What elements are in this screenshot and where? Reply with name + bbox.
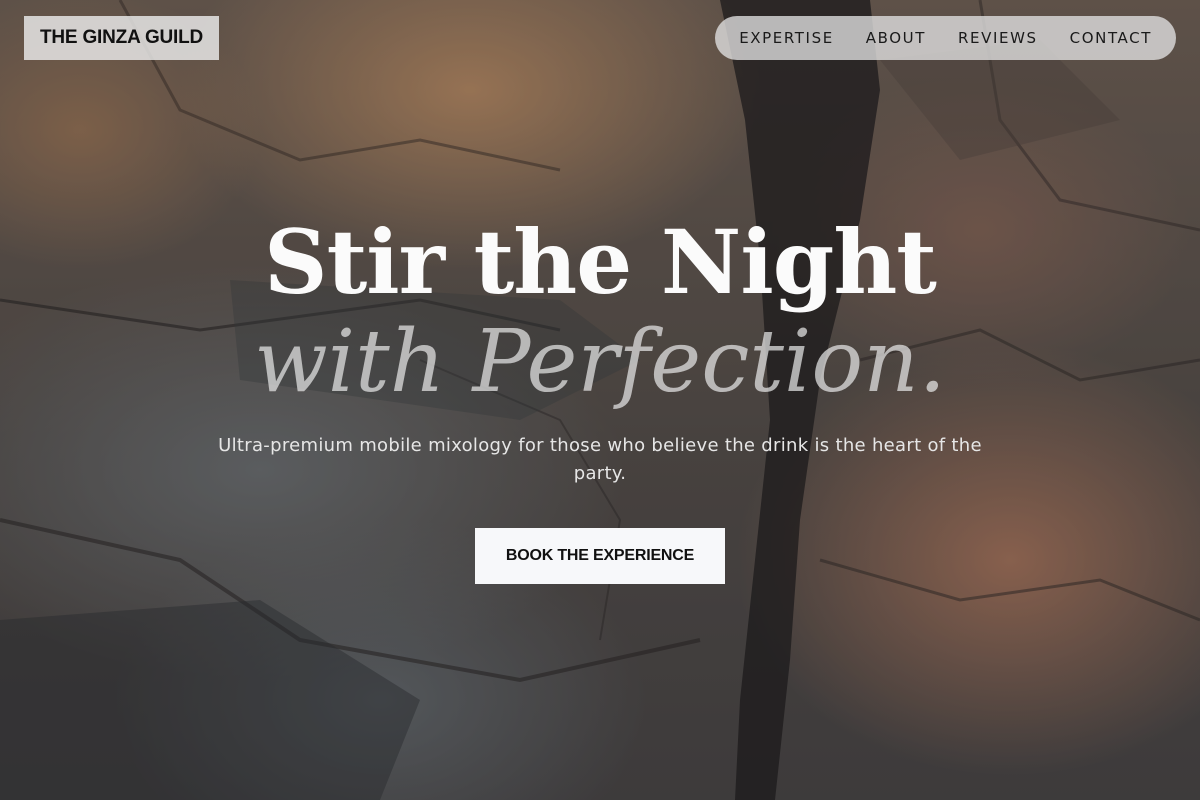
hero-headline-italic: with Perfection.: [254, 312, 946, 412]
site-logo[interactable]: THE GINZA GUILD: [24, 16, 220, 60]
book-experience-button[interactable]: BOOK THE EXPERIENCE: [475, 528, 725, 584]
hero-headline: Stir the Night: [264, 210, 937, 314]
hero-subtitle: Ultra-premium mobile mixology for those …: [218, 435, 982, 484]
main-nav: EXPERTISE ABOUT REVIEWS CONTACT: [715, 16, 1176, 60]
nav-item-about[interactable]: ABOUT: [866, 29, 926, 47]
nav-item-expertise[interactable]: EXPERTISE: [739, 29, 834, 47]
nav-item-reviews[interactable]: REVIEWS: [958, 29, 1038, 47]
nav-item-contact[interactable]: CONTACT: [1070, 29, 1152, 47]
